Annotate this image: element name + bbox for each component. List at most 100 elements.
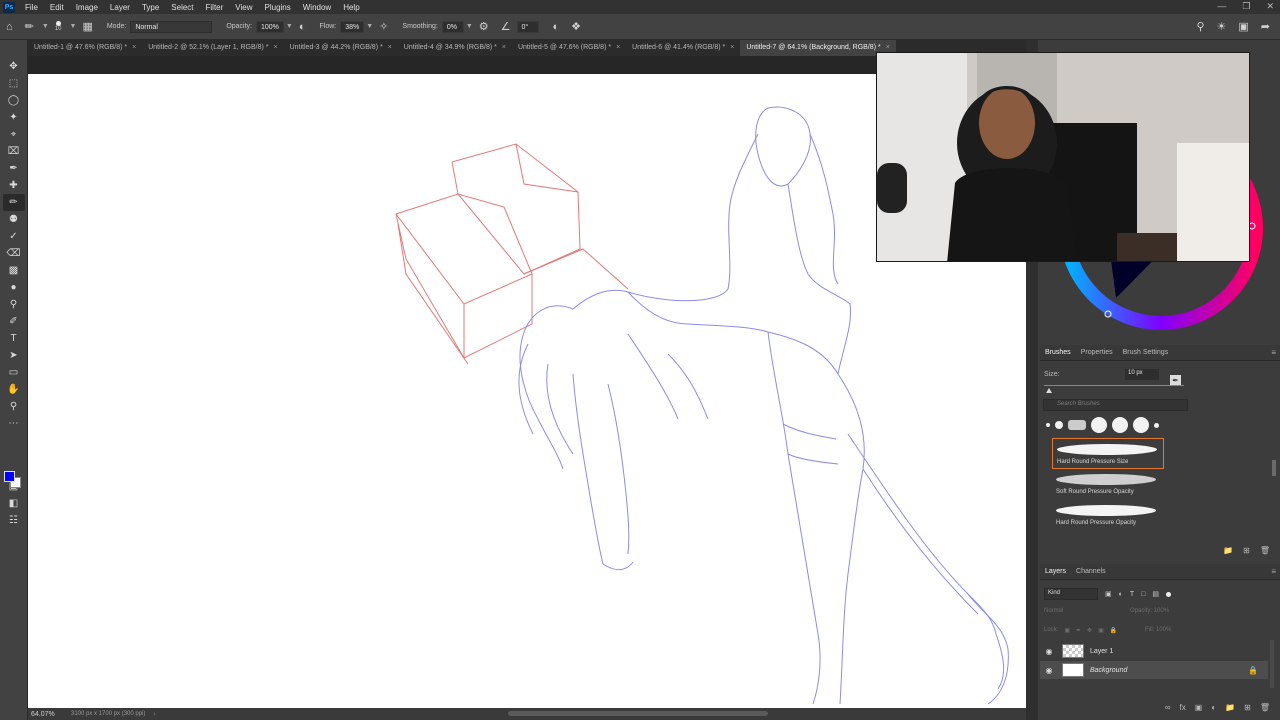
brush-tip-icon[interactable] [1046, 423, 1050, 427]
fx-icon[interactable]: fx [1180, 703, 1186, 717]
gradient-tool-icon[interactable]: ▩ [3, 262, 25, 279]
tab-untitled-1[interactable]: Untitled-1 @ 47.6% (RGB/8) * × [28, 40, 142, 56]
bulb-icon[interactable]: ☀ [1217, 20, 1227, 33]
brushes-scrollbar[interactable] [1272, 460, 1276, 476]
mode-select[interactable]: Normal [130, 20, 213, 33]
brush-tool-icon[interactable]: ✏ [25, 20, 34, 33]
frame-tool-icon[interactable]: ⌧ [3, 143, 25, 160]
stamp-tool-icon[interactable]: ⚉ [3, 211, 25, 228]
foreground-color-swatch[interactable] [4, 471, 15, 482]
close-icon[interactable]: ✕ [1266, 1, 1274, 12]
close-icon[interactable]: × [388, 44, 392, 51]
pressure-opacity-icon[interactable]: ◐ [299, 21, 306, 33]
panel-menu-icon[interactable]: ≡ [1271, 348, 1276, 357]
chevron-down-icon[interactable]: ▼ [42, 23, 49, 30]
tab-layers[interactable]: Layers [1040, 568, 1071, 575]
screen-mode-icon[interactable]: ◧ [3, 495, 25, 512]
pen-tool-icon[interactable]: ✐ [3, 313, 25, 330]
close-icon[interactable]: × [132, 44, 136, 51]
new-group-icon[interactable]: 📁 [1225, 703, 1235, 717]
new-layer-icon[interactable]: ⊞ [1244, 703, 1251, 717]
brush-size-field[interactable]: 10 px [1125, 369, 1159, 380]
chevron-down-icon[interactable]: ▼ [466, 23, 473, 30]
flow-field[interactable]: 38% [340, 20, 365, 33]
menu-plugins[interactable]: Plugins [259, 3, 297, 12]
airbrush-icon[interactable]: ✧ [379, 20, 388, 33]
home-icon[interactable]: ⌂ [6, 21, 13, 33]
trash-icon[interactable]: 🗑 [1260, 546, 1270, 560]
close-icon[interactable]: × [274, 44, 278, 51]
brush-preset-picker[interactable]: 10 [55, 21, 62, 32]
chevron-down-icon[interactable]: ▼ [366, 23, 373, 30]
history-brush-tool-icon[interactable]: ✓ [3, 228, 25, 245]
menu-select[interactable]: Select [165, 3, 199, 12]
search-icon[interactable]: ⚲ [1196, 20, 1204, 33]
adjustment-layer-icon[interactable]: ◐ [1211, 703, 1216, 717]
filter-toggle-icon[interactable] [1166, 591, 1171, 597]
lock-all-icon[interactable]: 🔒 [1110, 627, 1117, 634]
menu-edit[interactable]: Edit [44, 3, 70, 12]
brush-item-hard-round-pressure-size[interactable]: Hard Round Pressure Size [1052, 438, 1164, 469]
trash-icon[interactable]: 🗑 [1260, 703, 1270, 717]
opacity-field[interactable]: 100% [256, 20, 284, 33]
artboard-icon[interactable]: ☷ [3, 512, 25, 529]
tab-brush-settings[interactable]: Brush Settings [1118, 349, 1174, 356]
workspace-icon[interactable]: ▣ [1238, 20, 1248, 33]
horizontal-scrollbar[interactable] [508, 711, 768, 716]
lasso-tool-icon[interactable]: ◯ [3, 92, 25, 109]
tab-untitled-7[interactable]: Untitled-7 @ 64.1% (Background, RGB/8) *… [740, 40, 896, 56]
close-icon[interactable]: × [502, 44, 506, 51]
eraser-tool-icon[interactable]: ⌫ [3, 245, 25, 262]
brush-settings-icon[interactable]: ▦ [82, 20, 92, 33]
more-tools-icon[interactable]: ⋯ [3, 415, 25, 432]
pressure-size-icon[interactable]: ◐ [553, 21, 560, 33]
brush-tip-icon[interactable] [1055, 421, 1063, 429]
brush-tip-icon[interactable] [1154, 422, 1159, 428]
layer-row-layer-1[interactable]: ◉ Layer 1 [1040, 642, 1268, 660]
brush-item-soft-round-pressure-opacity[interactable]: Soft Round Pressure Opacity [1052, 469, 1164, 500]
move-tool-icon[interactable]: ✥ [3, 58, 25, 75]
brush-tip-icon[interactable] [1133, 417, 1149, 433]
new-group-icon[interactable]: 📁 [1223, 546, 1233, 560]
smoothing-field[interactable]: 0% [441, 20, 464, 33]
new-brush-icon[interactable]: ⊞ [1243, 546, 1250, 560]
tab-untitled-2[interactable]: Untitled-2 @ 52.1% (Layer 1, RGB/8) * × [142, 40, 283, 56]
eye-icon[interactable]: ◉ [1040, 647, 1058, 656]
chevron-down-icon[interactable]: ▼ [286, 23, 293, 30]
close-icon[interactable]: × [616, 44, 620, 51]
restore-icon[interactable]: ❐ [1242, 1, 1250, 12]
crop-tool-icon[interactable]: ⌖ [3, 126, 25, 143]
chevron-down-icon[interactable]: ▼ [70, 23, 77, 30]
symmetry-icon[interactable]: ❖ [571, 20, 581, 33]
angle-field[interactable]: 0° [516, 20, 539, 33]
marquee-tool-icon[interactable]: ⬚ [3, 75, 25, 92]
layer-kind-select[interactable]: Kind [1044, 588, 1098, 600]
layer-opacity[interactable]: Opacity: 100% [1130, 608, 1169, 614]
tab-untitled-6[interactable]: Untitled-6 @ 41.4% (RGB/8) * × [626, 40, 740, 56]
fill-value[interactable]: 100% [1156, 627, 1171, 633]
add-mask-icon[interactable]: ▣ [1195, 703, 1203, 717]
panel-menu-icon[interactable]: ≡ [1271, 567, 1276, 576]
path-select-tool-icon[interactable]: ➤ [3, 347, 25, 364]
brush-tool-icon[interactable]: ✏ [2, 194, 25, 211]
menu-view[interactable]: View [229, 3, 258, 12]
dodge-tool-icon[interactable]: ⚲ [3, 296, 25, 313]
layer-row-background[interactable]: ◉ Background 🔒 [1040, 661, 1268, 679]
tab-untitled-3[interactable]: Untitled-3 @ 44.2% (RGB/8) * × [284, 40, 398, 56]
brush-size-slider-knob[interactable] [1046, 388, 1052, 393]
layer-opacity-value[interactable]: 100% [1154, 608, 1169, 614]
menu-image[interactable]: Image [70, 3, 104, 12]
filter-smart-object-icon[interactable]: ▤ [1152, 590, 1159, 598]
filter-pixel-icon[interactable]: ▣ [1105, 590, 1112, 598]
zoom-level[interactable]: 64.07% [31, 711, 71, 718]
brush-tip-icon[interactable] [1112, 417, 1128, 433]
tab-brushes[interactable]: Brushes [1040, 349, 1076, 356]
lock-position-icon[interactable]: ✥ [1087, 627, 1092, 634]
tab-properties[interactable]: Properties [1076, 349, 1118, 356]
filter-shape-icon[interactable]: □ [1141, 591, 1145, 598]
brush-tip-icon[interactable] [1091, 417, 1107, 433]
lock-icon[interactable]: 🔒 [1248, 666, 1258, 675]
close-icon[interactable]: × [886, 44, 890, 51]
tab-untitled-5[interactable]: Untitled-5 @ 47.6% (RGB/8) * × [512, 40, 626, 56]
share-icon[interactable]: ➦ [1261, 20, 1270, 33]
